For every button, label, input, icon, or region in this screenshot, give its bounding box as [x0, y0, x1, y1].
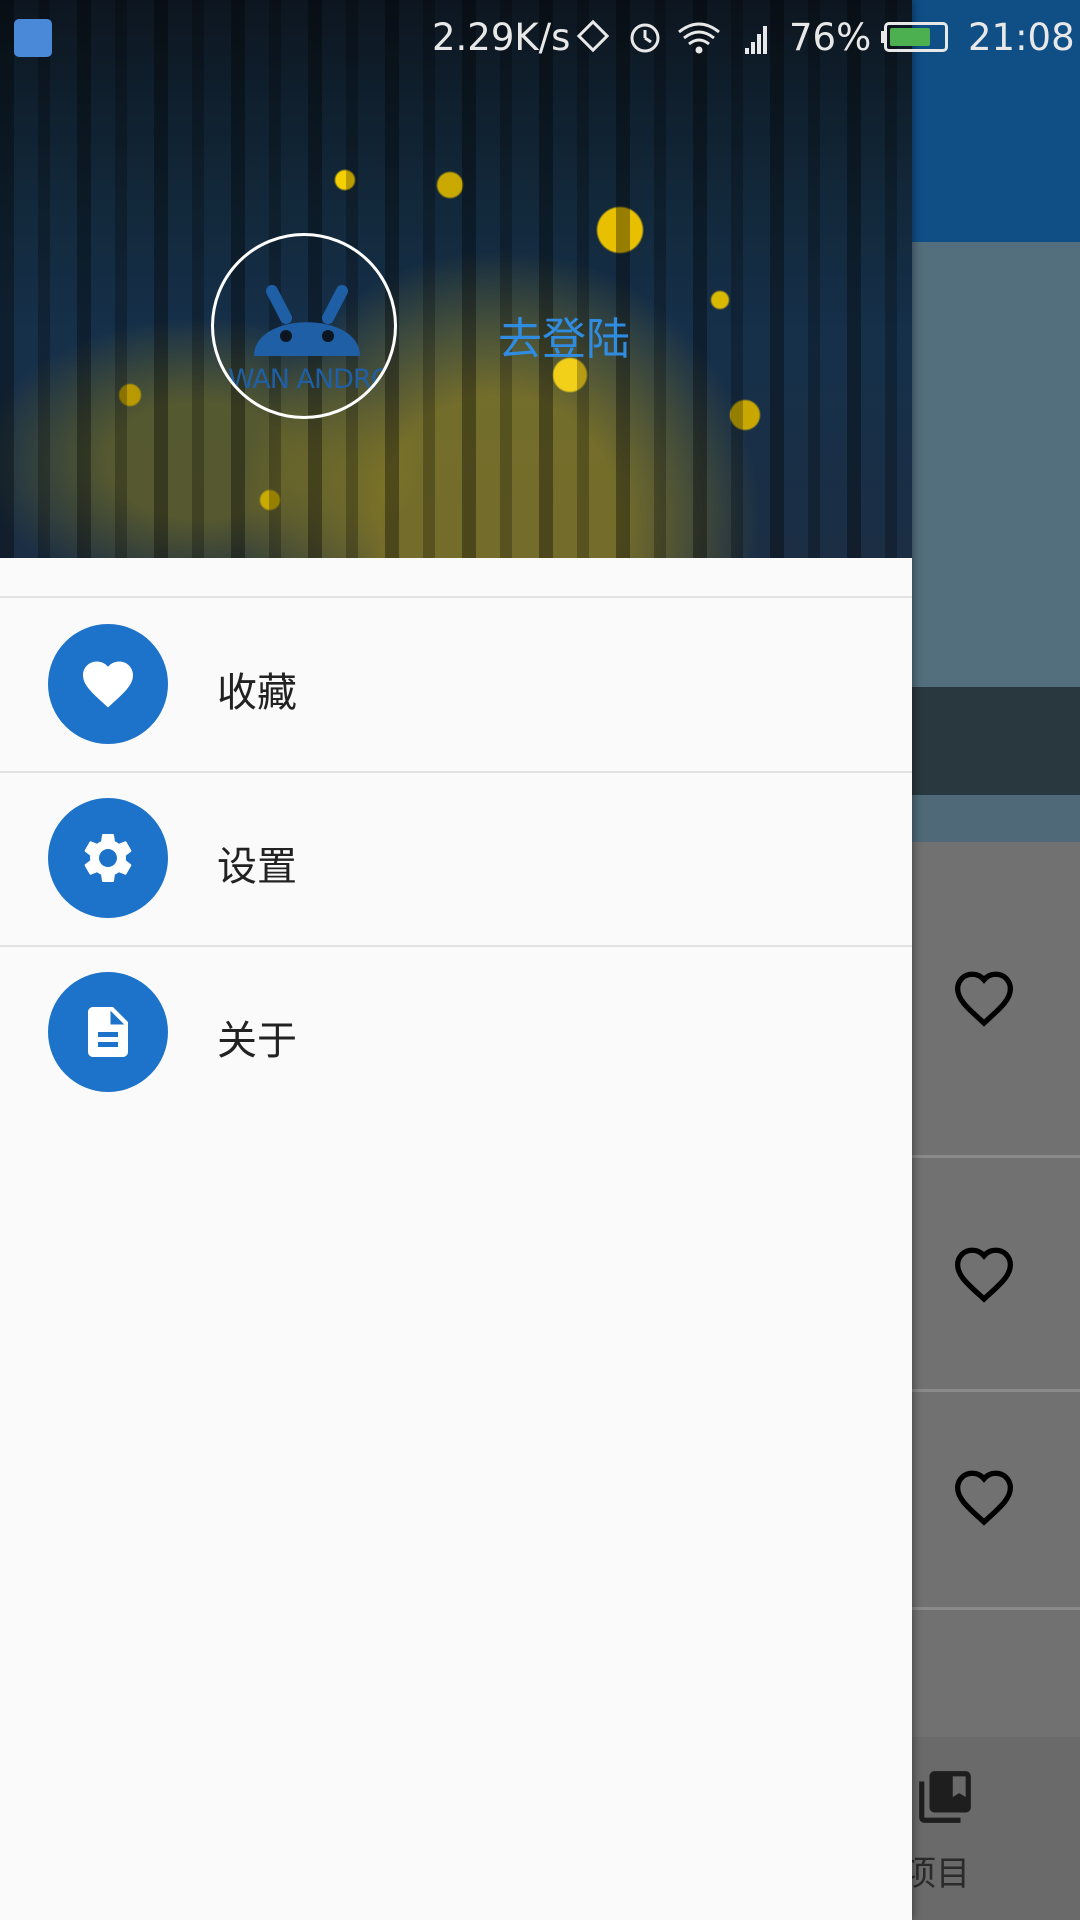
drawer-header: WAN ANDROID 去登陆 [0, 0, 912, 558]
bottom-nav-label-projects[interactable]: 项目 [902, 1846, 1002, 1895]
favorite-heart-icon[interactable] [952, 1468, 1016, 1526]
document-icon [88, 1007, 128, 1057]
menu-item-favorites[interactable]: 收藏 [0, 600, 912, 772]
menu-label: 设置 [217, 844, 297, 890]
heart-icon [83, 661, 133, 708]
favorite-heart-icon[interactable] [952, 969, 1016, 1027]
menu-label: 关于 [217, 1018, 297, 1064]
menu-divider [0, 945, 912, 947]
menu-icon-circle [48, 624, 168, 744]
battery-level-fill [890, 28, 930, 46]
rotate-icon [576, 19, 610, 53]
login-link[interactable]: 去登陆 [498, 303, 630, 367]
notification-app-icon [14, 19, 52, 57]
avatar-text: WAN ANDROID [228, 364, 394, 395]
clock: 21:08 [968, 16, 1075, 59]
battery-icon [884, 22, 948, 52]
navigation-drawer: WAN ANDROID 去登陆 收藏 设置 关于 [0, 0, 912, 1920]
wifi-icon [678, 22, 720, 54]
menu-divider [0, 596, 912, 598]
collections-bookmark-icon[interactable] [914, 1766, 976, 1828]
header-background-image [0, 0, 912, 558]
network-speed: 2.29K/s [432, 16, 571, 59]
avatar[interactable]: WAN ANDROID [211, 233, 397, 419]
alarm-icon [630, 23, 660, 53]
cellular-signal-icon [745, 26, 767, 54]
status-bar: 2.29K/s 76% 21:08 [0, 0, 1080, 74]
menu-icon-circle [48, 972, 168, 1092]
status-icons-group [576, 19, 767, 54]
favorite-heart-icon[interactable] [952, 1245, 1016, 1303]
gear-icon [84, 834, 132, 882]
menu-item-settings[interactable]: 设置 [0, 774, 912, 946]
battery-percent: 76% [789, 16, 872, 59]
menu-item-about[interactable]: 关于 [0, 948, 912, 1120]
menu-divider [0, 771, 912, 773]
menu-icon-circle [48, 798, 168, 918]
menu-label: 收藏 [217, 670, 297, 716]
